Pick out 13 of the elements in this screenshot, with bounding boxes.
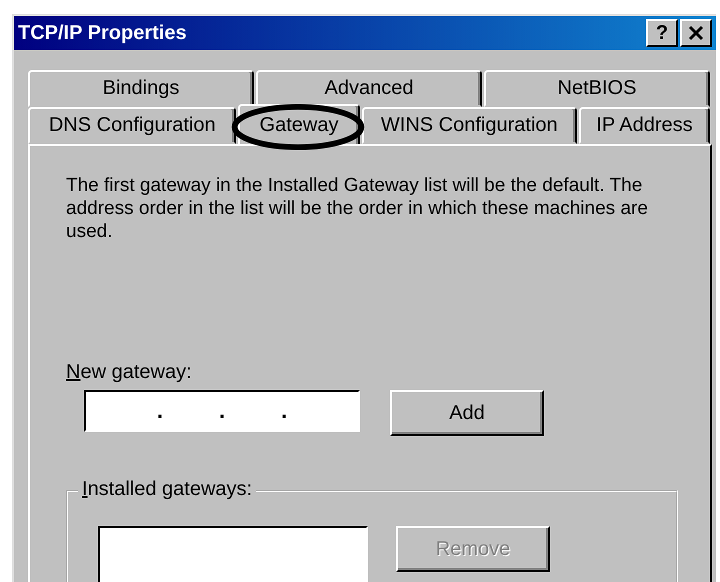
tab[interactable]: IP Address [578,107,710,144]
add-button[interactable]: Add [390,390,544,436]
installed-gateways-label: Installed gateways: [78,478,256,501]
close-icon [688,25,704,41]
ip-address-field[interactable]: . . . [84,390,360,432]
help-button[interactable]: ? [646,19,678,47]
tab[interactable]: DNS Configuration [28,107,236,144]
new-gateway-label: New gateway: [66,361,193,384]
tab[interactable]: WINS Configuration [362,107,577,144]
close-button[interactable] [680,19,712,47]
tab[interactable]: NetBIOS [484,70,710,107]
window-title: TCP/IP Properties [18,22,188,44]
description-text: The first gateway in the Installed Gateway list will be the default. The address order in the list will be the order in which these machines are used. [66,174,649,243]
